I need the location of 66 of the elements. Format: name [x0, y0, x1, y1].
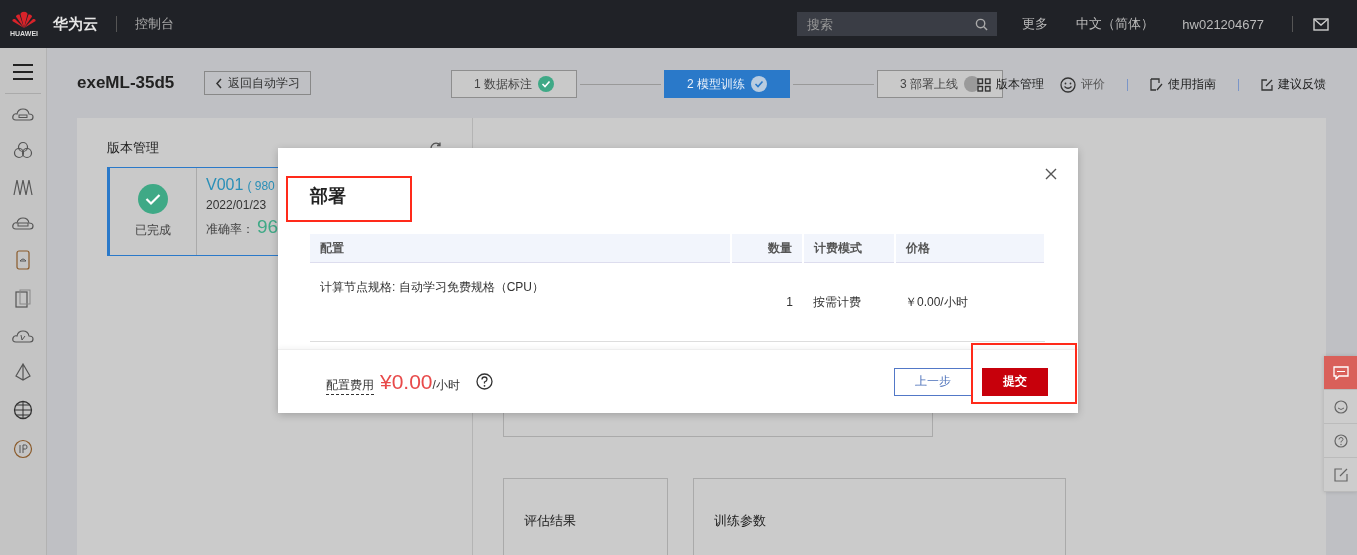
section-title: 训练参数 — [714, 513, 766, 528]
cloud-icon[interactable] — [12, 215, 34, 231]
edit-icon — [1150, 78, 1163, 91]
check-icon — [538, 76, 554, 92]
accuracy-value: 96 — [257, 216, 279, 238]
version-meta: ( 980 — [247, 179, 275, 193]
version-date: 2022/01/23 — [206, 198, 268, 212]
top-link[interactable]: 中文（简体） — [1076, 15, 1155, 33]
section-title: 评估结果 — [524, 513, 576, 528]
previous-button[interactable]: 上一步 — [894, 367, 972, 396]
ip-icon[interactable] — [13, 439, 33, 459]
documents-icon[interactable] — [14, 289, 32, 309]
search-field[interactable]: 搜索 — [797, 12, 998, 36]
table-cell: ￥0.00/小时 — [895, 262, 1045, 342]
table-cell: 按需计费 — [803, 262, 895, 342]
grid-icon — [977, 77, 991, 92]
cloud-icon[interactable] — [12, 106, 34, 122]
rate-link[interactable]: 评价 — [1060, 76, 1105, 93]
check-icon — [751, 76, 767, 92]
step-tab[interactable]: 1 数据标注 — [451, 70, 577, 98]
table-cell: 计算节点规格: 自动学习免费规格（CPU） — [310, 262, 731, 342]
edit-icon — [1261, 78, 1273, 91]
check-icon — [138, 184, 168, 214]
page-title: exeML-35d5 — [77, 73, 175, 93]
column-header: 数量 — [731, 234, 803, 263]
accuracy-label: 准确率： — [206, 221, 254, 238]
mail-icon[interactable] — [1313, 17, 1329, 31]
cloud-icon[interactable] — [12, 328, 34, 344]
fee-unit: /小时 — [432, 378, 460, 394]
top-link[interactable]: 更多 — [1022, 15, 1049, 33]
dialog-title: 部署 — [310, 186, 346, 206]
feedback-link[interactable]: 建议反馈 — [1261, 76, 1326, 93]
smiley-icon — [1333, 399, 1348, 414]
column-header: 配置 — [310, 234, 731, 263]
search-icon[interactable] — [975, 18, 989, 31]
section-title: 版本管理 — [107, 139, 159, 157]
console-link[interactable]: 控制台 — [135, 15, 174, 33]
phone-icon[interactable] — [15, 250, 31, 270]
wave-icon[interactable] — [13, 178, 33, 196]
menu-icon[interactable] — [13, 64, 33, 80]
smiley-icon — [1060, 76, 1076, 93]
fee-label: 配置费用 — [326, 376, 374, 395]
help-icon — [1333, 433, 1348, 448]
flower-logo-icon — [10, 11, 38, 29]
brand-name[interactable]: 华为云 — [53, 14, 98, 34]
submit-button[interactable]: 提交 — [982, 367, 1048, 396]
chat-button[interactable] — [1324, 356, 1357, 390]
globe-icon[interactable] — [13, 400, 33, 420]
guide-link[interactable]: 使用指南 — [1150, 76, 1216, 93]
pending-icon — [964, 76, 980, 92]
edit-icon — [1333, 467, 1348, 482]
pyramid-icon[interactable] — [14, 363, 32, 381]
back-button[interactable]: 返回自动学习 — [204, 71, 312, 95]
chevron-left-icon — [215, 77, 224, 89]
circles-icon[interactable] — [13, 141, 33, 159]
chat-icon — [1332, 365, 1349, 380]
status-text: 已完成 — [135, 222, 171, 239]
table-cell: 1 — [731, 262, 803, 342]
close-icon[interactable] — [1045, 168, 1057, 180]
fee-amount: ¥0.00 — [380, 369, 433, 394]
step-tab[interactable]: 2 模型训练 — [664, 70, 790, 98]
help-icon[interactable] — [475, 373, 493, 390]
column-header: 计费模式 — [803, 234, 895, 263]
version-number: V001 — [206, 176, 244, 194]
top-link[interactable]: hw021204677 — [1182, 16, 1264, 32]
column-header: 价格 — [895, 234, 1045, 263]
